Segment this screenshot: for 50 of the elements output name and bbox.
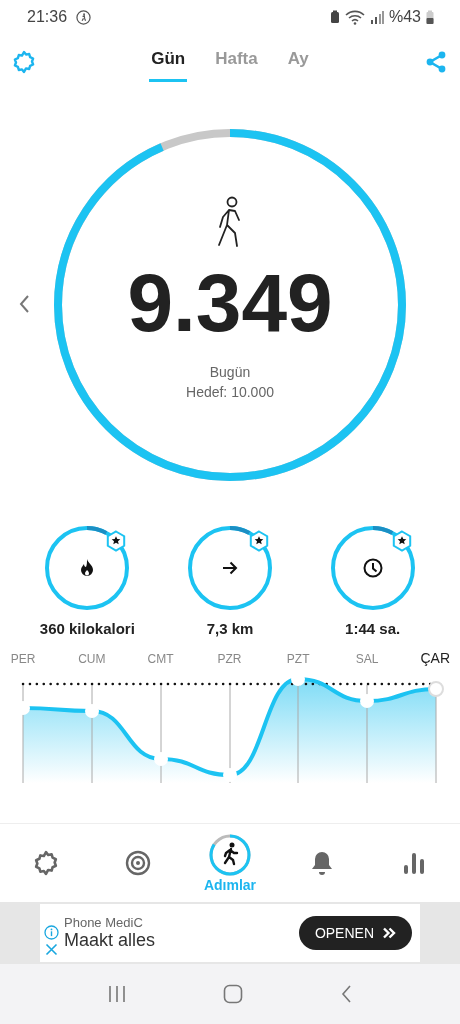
previous-day-icon[interactable] — [18, 294, 30, 314]
data-point — [223, 768, 237, 782]
info-icon[interactable] — [43, 924, 59, 940]
day-label: PZT — [286, 652, 310, 666]
walking-progress-icon — [208, 833, 252, 877]
signal-icon — [369, 10, 384, 24]
period-tab[interactable]: Gün — [149, 42, 188, 82]
ad-banner[interactable]: Phone MediC Maakt alles OPENEN — [40, 904, 420, 962]
wifi-icon — [344, 9, 365, 25]
ad-headline: Maakt alles — [64, 930, 157, 951]
back-icon[interactable] — [339, 984, 352, 1004]
bar-chart-icon — [402, 851, 426, 875]
star-badge-icon — [248, 530, 270, 552]
day-label: PER — [10, 652, 36, 666]
double-chevron-icon — [382, 927, 396, 939]
gear-icon — [33, 850, 59, 876]
day-label: SAL — [355, 652, 379, 666]
home-icon[interactable] — [223, 984, 243, 1004]
target-icon — [125, 850, 151, 876]
walking-icon — [76, 9, 92, 25]
stat-value: 360 kilokalori — [39, 620, 135, 637]
today-label: Bugün — [209, 363, 251, 382]
goal-label: Hedef: 10.000 — [186, 383, 274, 402]
clock-icon — [362, 558, 383, 578]
data-point — [360, 694, 374, 708]
arrow-right-icon — [222, 561, 238, 575]
settings-icon[interactable] — [12, 50, 36, 74]
stat-value: 7,3 km — [206, 620, 254, 637]
day-label: CMT — [147, 652, 174, 666]
day-label: ÇAR — [420, 650, 450, 666]
flame-icon — [79, 558, 96, 578]
clock: 21:36 — [27, 8, 68, 26]
step-count: 9.349 — [127, 262, 333, 344]
bell-icon — [310, 850, 334, 876]
data-point — [85, 704, 99, 718]
close-icon[interactable] — [44, 942, 58, 956]
data-point — [154, 752, 168, 766]
data-point — [428, 681, 444, 697]
battery-saver-icon — [329, 10, 340, 24]
day-label: CUM — [78, 652, 106, 666]
open-button[interactable]: OPENEN — [298, 916, 412, 950]
star-badge-icon — [390, 530, 413, 552]
star-badge-icon — [105, 530, 128, 552]
day-label: PZR — [217, 652, 242, 666]
battery-percent: %43 — [388, 8, 421, 26]
recent-apps-icon[interactable] — [108, 985, 127, 1003]
stat-value: 1:44 sa. — [345, 620, 401, 637]
battery-icon — [426, 10, 434, 24]
advertiser-name: Phone MediC — [64, 915, 144, 930]
share-icon[interactable] — [424, 50, 448, 74]
